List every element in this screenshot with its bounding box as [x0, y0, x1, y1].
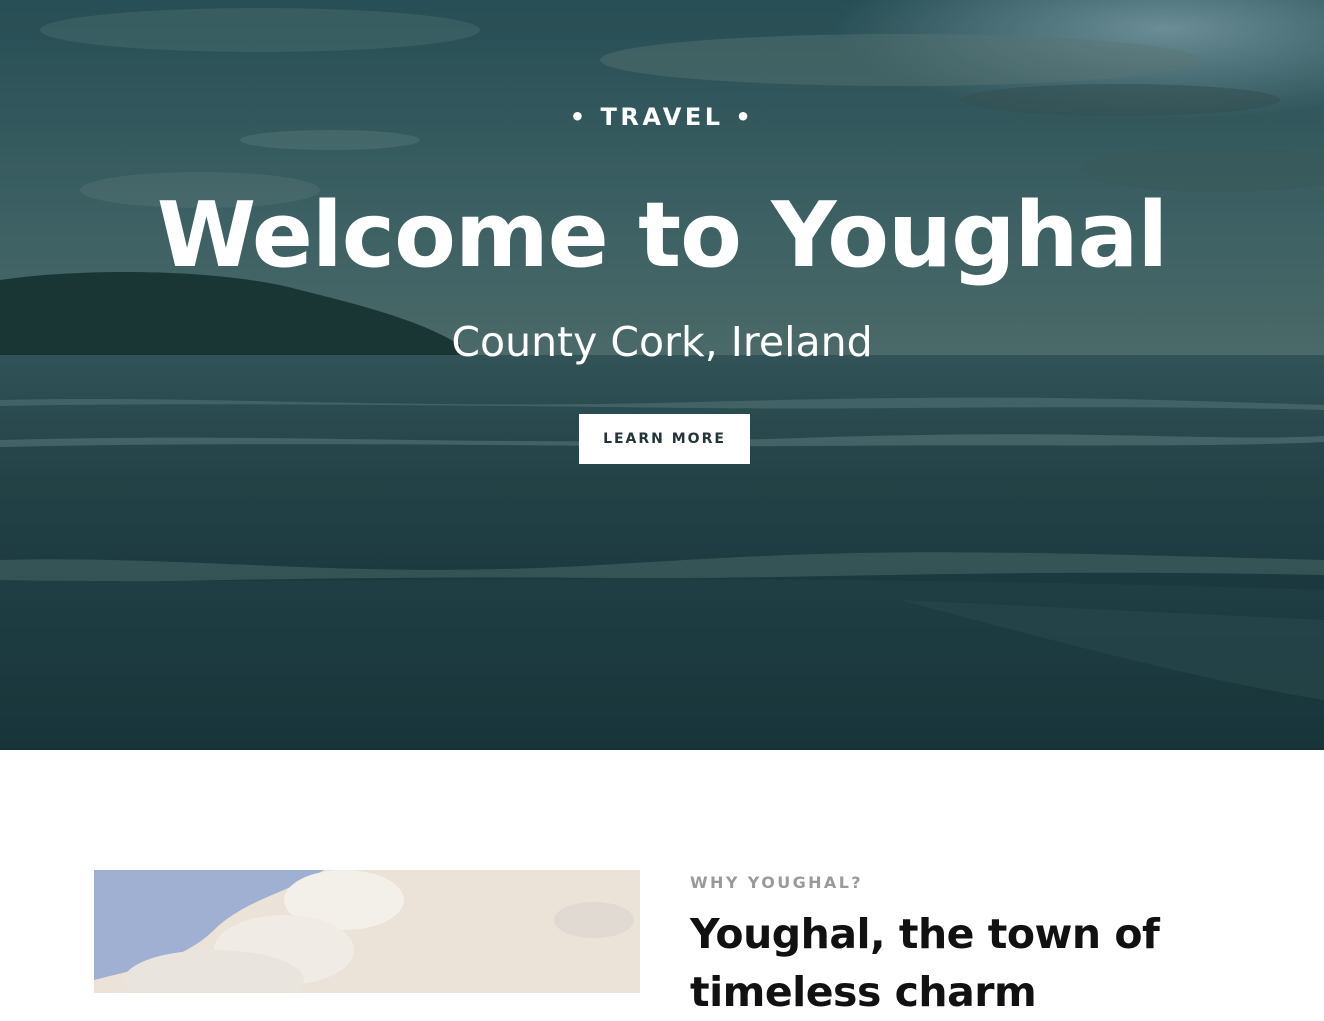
about-image [94, 870, 640, 993]
about-section-label: WHY YOUGHAL? [690, 873, 863, 892]
hero-category-label: • TRAVEL • [569, 103, 755, 131]
hero-title: Welcome to Youghal [156, 183, 1168, 288]
about-title: Youghal, the town of timeless charm [690, 910, 1160, 1016]
hero-section: • TRAVEL • Welcome to Youghal County Cor… [0, 0, 1324, 750]
hero-subtitle: County Cork, Ireland [451, 318, 873, 366]
sky-clouds-image [94, 870, 640, 993]
learn-more-button[interactable]: LEARN MORE [579, 414, 750, 464]
hero-content: • TRAVEL • Welcome to Youghal County Cor… [0, 0, 1324, 750]
